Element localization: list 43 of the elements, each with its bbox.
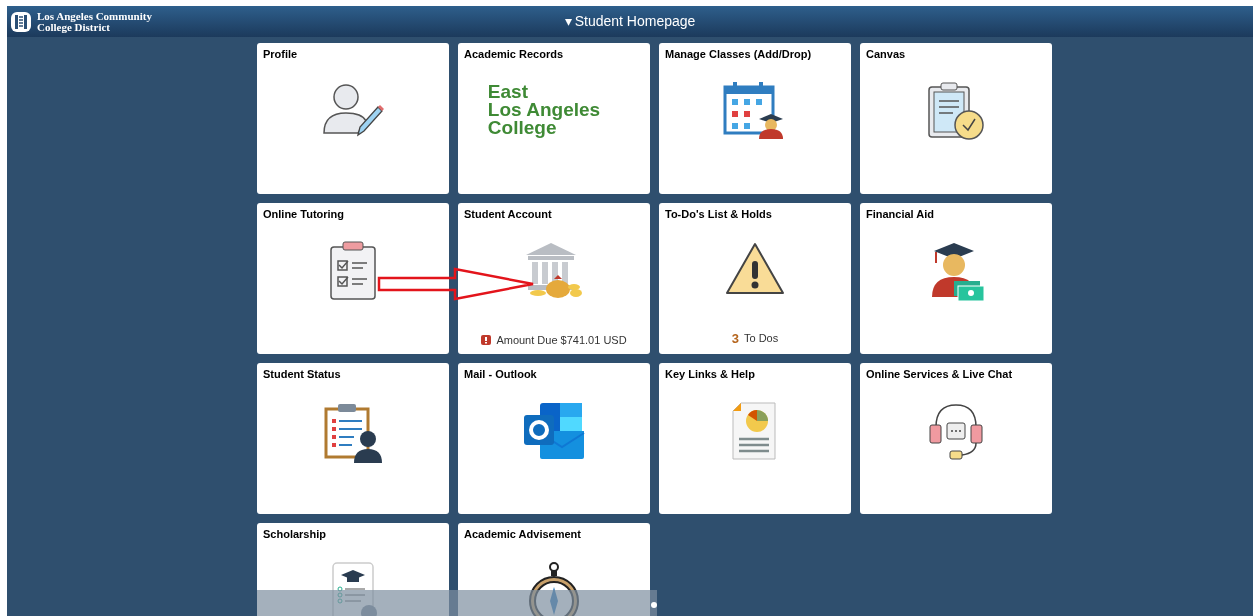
- tile-title: Canvas: [865, 47, 907, 61]
- clipboard-clock-icon: [927, 81, 985, 141]
- tile[interactable]: Manage Classes (Add/Drop): [659, 43, 851, 194]
- headset-chat-icon: [928, 401, 984, 461]
- tile-title: Financial Aid: [865, 207, 936, 221]
- tile-title: Key Links & Help: [664, 367, 756, 381]
- tile-title: Academic Records: [463, 47, 565, 61]
- alert-icon: [481, 334, 492, 345]
- tile[interactable]: Canvas: [860, 43, 1052, 194]
- tile-title: Online Tutoring: [262, 207, 346, 221]
- logo-icon: [10, 10, 32, 33]
- page-title-menu[interactable]: ▾ Student Homepage: [564, 11, 696, 32]
- tile[interactable]: To-Do's List & Holds 3 To Dos: [659, 203, 851, 354]
- count-label: To Dos: [744, 331, 779, 346]
- tile[interactable]: Student Status: [257, 363, 449, 514]
- tile-title: Online Services & Live Chat: [865, 367, 1014, 381]
- clipboard-person-icon: [324, 401, 382, 463]
- tile-title: Profile: [262, 47, 299, 61]
- tile-title: Mail - Outlook: [463, 367, 538, 381]
- tile[interactable]: Online Services & Live Chat: [860, 363, 1052, 514]
- tile[interactable]: Mail - Outlook: [458, 363, 650, 514]
- document-chart-icon: [731, 401, 779, 461]
- tile-title: Student Account: [463, 207, 553, 221]
- tile-title: To-Do's List & Holds: [664, 207, 773, 221]
- tile[interactable]: Financial Aid: [860, 203, 1052, 354]
- amount-due-text: Amount Due $741.01 USD: [496, 332, 627, 348]
- tile[interactable]: Online Tutoring: [257, 203, 449, 354]
- person-pencil-icon: [322, 81, 384, 139]
- tile-title: Manage Classes (Add/Drop): [664, 47, 813, 61]
- tile[interactable]: Key Links & Help: [659, 363, 851, 514]
- tile-title: Student Status: [262, 367, 342, 381]
- count-number: 3: [731, 329, 739, 348]
- tile-title: Academic Advisement: [463, 527, 582, 541]
- tile[interactable]: Academic Records East Los Angeles College: [458, 43, 650, 194]
- logo-text: Los Angeles Community College District: [37, 10, 152, 33]
- college-logo: East Los Angeles College: [487, 83, 601, 137]
- tile[interactable]: Profile: [257, 43, 449, 194]
- warning-icon: [724, 241, 786, 297]
- checklist-icon: [329, 241, 377, 301]
- bank-money-icon: [524, 241, 584, 299]
- tile-title: Scholarship: [262, 527, 327, 541]
- mail-app-icon: [522, 401, 586, 461]
- tile[interactable]: Student Account Amount Due $741.01 USD: [458, 203, 650, 354]
